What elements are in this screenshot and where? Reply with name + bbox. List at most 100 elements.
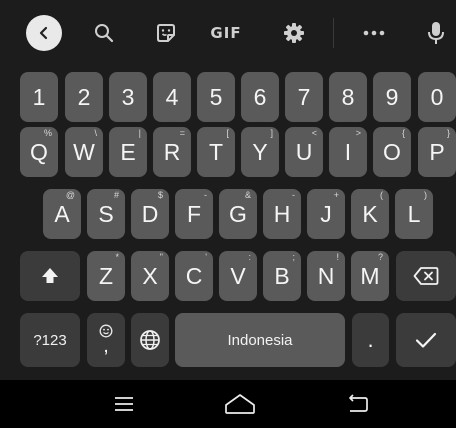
- chevron-left-icon: [39, 26, 48, 40]
- enter-key[interactable]: [396, 313, 456, 367]
- language-key[interactable]: [131, 313, 169, 367]
- period-key[interactable]: .: [352, 313, 389, 367]
- key-hint: ?: [377, 252, 383, 262]
- key-hint: [: [226, 128, 229, 138]
- space-bar[interactable]: Indonesia: [175, 313, 345, 367]
- key-label: U: [295, 138, 313, 165]
- key-hint: =: [179, 128, 185, 138]
- key-1[interactable]: 1: [20, 72, 58, 122]
- toolbar-divider: [333, 18, 334, 48]
- sticker-button[interactable]: [150, 15, 182, 51]
- key-p[interactable]: P}: [418, 127, 456, 177]
- space-bar-label: Indonesia: [227, 331, 293, 349]
- key-t[interactable]: T[: [197, 127, 235, 177]
- key-l[interactable]: L): [395, 189, 433, 239]
- key-k[interactable]: K(: [351, 189, 389, 239]
- key-y[interactable]: Y]: [241, 127, 279, 177]
- symbols-key[interactable]: ?123: [20, 313, 80, 367]
- comma-label: ,: [103, 335, 109, 357]
- checkmark-icon: [415, 332, 437, 348]
- key-q[interactable]: Q%: [20, 127, 58, 177]
- key-hint: %: [43, 128, 52, 138]
- key-label: L: [407, 200, 421, 227]
- key-0[interactable]: 0: [418, 72, 456, 122]
- key-z[interactable]: Z *: [87, 251, 125, 301]
- key-label: C: [185, 262, 203, 289]
- key-4[interactable]: 4: [153, 72, 191, 122]
- home-button[interactable]: [216, 388, 264, 420]
- search-icon: [95, 24, 114, 43]
- settings-button[interactable]: [278, 15, 310, 51]
- key-i[interactable]: I >: [329, 127, 367, 177]
- key-9[interactable]: 9: [373, 72, 411, 122]
- key-3[interactable]: 3: [109, 72, 147, 122]
- gif-button[interactable]: GIF: [206, 15, 246, 51]
- search-button[interactable]: [88, 15, 120, 51]
- key-8[interactable]: 8: [329, 72, 367, 122]
- key-label: Z: [98, 262, 114, 289]
- key-hint: -: [204, 190, 207, 200]
- key-label: 9: [385, 83, 399, 110]
- sticker-icon: [157, 24, 175, 42]
- key-hint: }: [446, 128, 450, 138]
- key-label: 7: [297, 83, 311, 110]
- system-navigation-bar: [0, 380, 456, 428]
- key-j[interactable]: J +: [307, 189, 345, 239]
- key-label: M: [360, 262, 380, 289]
- key-s[interactable]: S #: [87, 189, 125, 239]
- key-m[interactable]: M?: [351, 251, 389, 301]
- key-n[interactable]: N!: [307, 251, 345, 301]
- back-button[interactable]: [26, 15, 62, 51]
- key-a[interactable]: A @: [43, 189, 81, 239]
- key-u[interactable]: U <: [285, 127, 323, 177]
- key-b[interactable]: B;: [263, 251, 301, 301]
- key-x[interactable]: X ": [131, 251, 169, 301]
- key-label: 8: [341, 83, 355, 110]
- key-label: 1: [32, 83, 46, 110]
- key-v[interactable]: V:: [219, 251, 257, 301]
- key-g[interactable]: G &: [219, 189, 257, 239]
- key-hint: \: [94, 128, 97, 138]
- key-5[interactable]: 5: [197, 72, 235, 122]
- key-w[interactable]: W \: [65, 127, 103, 177]
- key-o[interactable]: O{: [373, 127, 411, 177]
- key-h[interactable]: H-: [263, 189, 301, 239]
- home-icon: [225, 394, 255, 414]
- voice-input-button[interactable]: [420, 15, 452, 51]
- key-hint: (: [380, 190, 383, 200]
- key-r[interactable]: R =: [153, 127, 191, 177]
- menu-lines-icon: [115, 397, 133, 411]
- key-label: I: [344, 138, 352, 165]
- recents-button[interactable]: [100, 388, 148, 420]
- key-label: 5: [209, 83, 223, 110]
- key-hint: :: [248, 252, 251, 262]
- key-d[interactable]: D $: [131, 189, 169, 239]
- key-hint: *: [115, 252, 119, 262]
- key-label: F: [186, 200, 202, 227]
- key-7[interactable]: 7: [285, 72, 323, 122]
- key-label: 6: [253, 83, 267, 110]
- key-hint: -: [292, 190, 295, 200]
- emoji-comma-key[interactable]: ,: [87, 313, 125, 367]
- key-label: 2: [77, 83, 91, 110]
- key-e[interactable]: E |: [109, 127, 147, 177]
- key-hint: &: [244, 190, 251, 200]
- key-label: 0: [430, 83, 444, 110]
- key-label: V: [230, 262, 246, 289]
- key-f[interactable]: F-: [175, 189, 213, 239]
- key-label: 4: [165, 83, 179, 110]
- period-label: .: [367, 327, 374, 352]
- more-button[interactable]: [358, 15, 390, 51]
- key-hint: ": [159, 252, 163, 262]
- key-label: E: [120, 138, 136, 165]
- key-hint: ;: [292, 252, 295, 262]
- key-c[interactable]: C ': [175, 251, 213, 301]
- key-2[interactable]: 2: [65, 72, 103, 122]
- key-hint: >: [355, 128, 361, 138]
- back-nav-button[interactable]: [334, 388, 382, 420]
- key-hint: @: [65, 190, 75, 200]
- backspace-key[interactable]: [396, 251, 456, 301]
- key-6[interactable]: 6: [241, 72, 279, 122]
- shift-key[interactable]: [20, 251, 80, 301]
- key-hint: |: [138, 128, 141, 138]
